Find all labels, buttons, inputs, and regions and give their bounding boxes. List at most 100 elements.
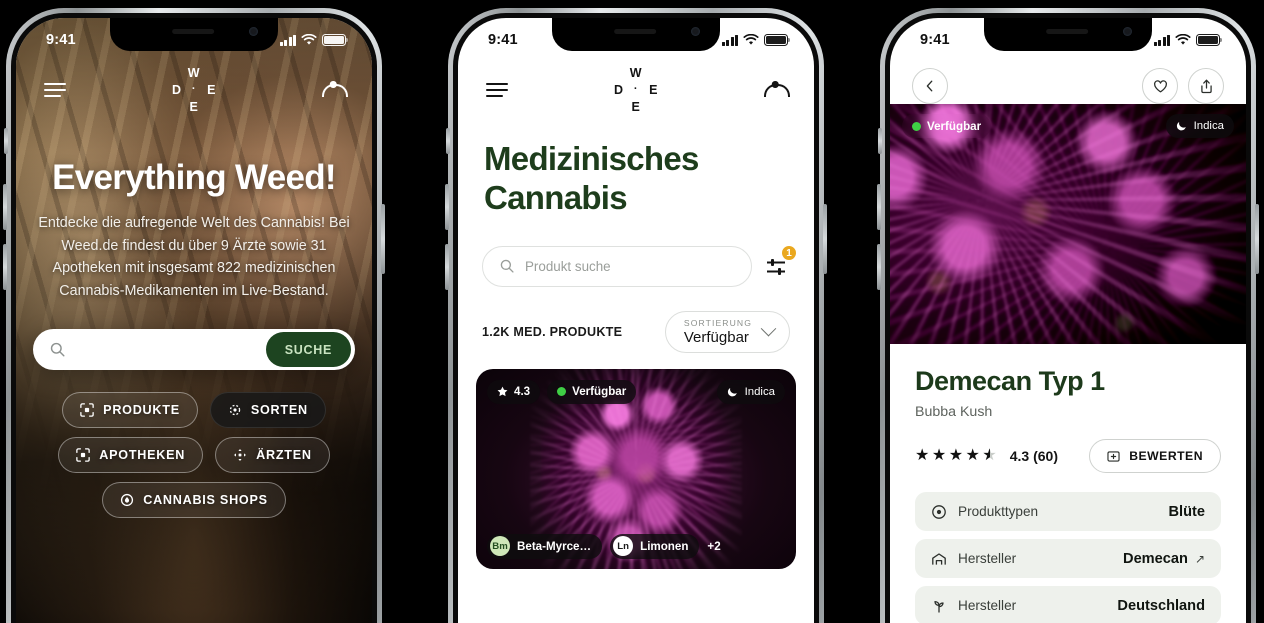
star-icon (497, 386, 508, 397)
power-button[interactable] (823, 204, 827, 274)
phone1-screen: 9:41 W D · E E Everything Weed! Entdecke… (16, 18, 372, 623)
info-key: Hersteller (958, 551, 1017, 566)
info-value: Demecan (1123, 550, 1188, 567)
info-value: Deutschland (1117, 597, 1205, 614)
logo-letter-e2: E (189, 100, 199, 114)
volume-down-button[interactable] (877, 244, 881, 290)
logo-dot: · (191, 83, 197, 95)
earpiece-speaker (172, 29, 215, 34)
chip-produkte[interactable]: PRODUKTE (62, 392, 198, 429)
terpene-chip[interactable]: Ln Limonen (610, 533, 700, 559)
chip-label: ÄRZTEN (256, 448, 312, 463)
logo-letter-e: E (207, 83, 216, 97)
availability-label: Verfügbar (572, 385, 627, 399)
sort-dropdown[interactable]: SORTIERUNG Verfügbar (664, 310, 790, 353)
silent-switch[interactable] (4, 128, 8, 154)
info-value: Blüte (1168, 503, 1205, 520)
search-icon (500, 260, 514, 273)
chip-label: APOTHEKEN (99, 448, 186, 463)
info-key: Produkttypen (958, 504, 1039, 519)
detail-actions (1142, 68, 1224, 104)
chip-aerzten[interactable]: ÄRZTEN (215, 437, 330, 474)
chip-sorten[interactable]: SORTEN (209, 392, 326, 429)
product-title: Demecan Typ 1 (915, 366, 1105, 396)
strain-type-badge: Indica (1165, 114, 1234, 138)
hero-copy: Everything Weed! Entdecke die aufregende… (16, 114, 372, 302)
info-row-hersteller[interactable]: Hersteller Demecan ↗ (915, 539, 1221, 578)
logo-letter-w: W (629, 66, 643, 80)
share-button[interactable] (1188, 68, 1224, 104)
silent-switch[interactable] (878, 128, 882, 154)
product-strain: Bubba Kush (915, 404, 993, 420)
brand-logo[interactable]: W D · E E (163, 66, 225, 114)
strain-type-label: Indica (1193, 120, 1224, 132)
front-camera (691, 27, 700, 36)
rating-value: 4.3 (1009, 448, 1030, 464)
phone1-app-bar: W D · E E (16, 62, 372, 114)
product-search-input[interactable]: Produkt suche (482, 245, 752, 287)
front-camera (249, 27, 258, 36)
logo-letter-e: E (649, 83, 658, 97)
terpene-name: Beta-Myrce… (517, 539, 592, 553)
favorite-button[interactable] (1142, 68, 1178, 104)
category-chip-group: PRODUKTE SORTEN APOTHEKEN ÄRZTEN CANNABI… (16, 392, 372, 519)
phone-bezel: 9:41 (885, 13, 1251, 623)
star-icon: ★ (915, 447, 930, 464)
volume-down-button[interactable] (445, 244, 449, 290)
volume-up-button[interactable] (445, 184, 449, 230)
rating-badge: 4.3 (487, 379, 541, 404)
chip-apotheken[interactable]: APOTHEKEN (58, 437, 204, 474)
phone-bezel: 9:41 (453, 13, 819, 623)
back-button[interactable] (912, 68, 948, 104)
terpene-more-count[interactable]: +2 (707, 540, 720, 553)
search-submit-button[interactable]: SUCHE (265, 332, 351, 368)
product-info-list: Produkttypen Blüte Hersteller Demecan ↗ … (915, 492, 1221, 623)
chevron-left-icon (926, 80, 933, 92)
info-key: Hersteller (958, 598, 1017, 613)
power-button[interactable] (381, 204, 385, 274)
moon-indica-icon (1176, 121, 1186, 131)
review-button[interactable]: BEWERTEN (1089, 439, 1221, 473)
status-dot-icon (557, 387, 567, 397)
sort-label: SORTIERUNG (683, 317, 752, 328)
wifi-icon (301, 34, 317, 45)
phone3-screen: 9:41 Verfügbar Indica Demecan Typ 1 Bubb… (890, 18, 1246, 623)
silent-switch[interactable] (446, 128, 450, 154)
scan-frame-icon (76, 448, 91, 463)
terpene-chip[interactable]: Bm Beta-Myrce… (487, 533, 603, 559)
arrow-up-right-icon: ↗ (1194, 551, 1205, 566)
availability-badge: Verfügbar (902, 114, 992, 138)
power-button[interactable] (1255, 204, 1259, 274)
info-row-herkunft[interactable]: Hersteller Deutschland (915, 586, 1221, 623)
volume-up-button[interactable] (877, 184, 881, 230)
battery-icon (1196, 34, 1223, 46)
filter-button[interactable]: 1 (764, 245, 797, 281)
status-indicators (279, 34, 349, 46)
terpene-name: Limonen (640, 539, 689, 553)
hamburger-menu-icon[interactable] (486, 83, 508, 97)
wifi-icon (1175, 34, 1191, 45)
product-detail-body: Demecan Typ 1 Bubba Kush ★ ★ ★ ★ ★ ★ 4.3… (890, 344, 1246, 623)
account-person-icon[interactable] (764, 80, 790, 100)
account-person-icon[interactable] (322, 80, 348, 100)
logo-letter-d: D (614, 83, 624, 97)
status-indicators (721, 34, 791, 46)
chip-cannabis-shops[interactable]: CANNABIS SHOPS (102, 482, 286, 519)
share-icon (1200, 79, 1212, 93)
strain-type-badge: Indica (716, 379, 785, 404)
search-placeholder: Produkt suche (525, 258, 611, 274)
front-camera (1123, 27, 1132, 36)
heart-icon (1153, 79, 1167, 92)
hero-search-bar[interactable]: SUCHE (33, 329, 355, 371)
target-dot-icon (932, 504, 946, 519)
hamburger-menu-icon[interactable] (44, 83, 66, 97)
volume-down-button[interactable] (3, 244, 7, 290)
info-value-link[interactable]: Demecan ↗ (1123, 551, 1205, 567)
phone-mockup-home: 9:41 W D · E E Everything Weed! Entdecke… (3, 8, 385, 623)
star-icon: ★ (965, 447, 980, 464)
brand-logo[interactable]: W D · E E (605, 66, 667, 114)
product-card[interactable]: 4.3 Verfügbar Indica Bm Beta-Myrce… Ln L… (476, 368, 796, 569)
info-row-produkttypen[interactable]: Produkttypen Blüte (915, 492, 1221, 531)
volume-up-button[interactable] (3, 184, 7, 230)
hero-title: Everything Weed! (52, 158, 336, 197)
